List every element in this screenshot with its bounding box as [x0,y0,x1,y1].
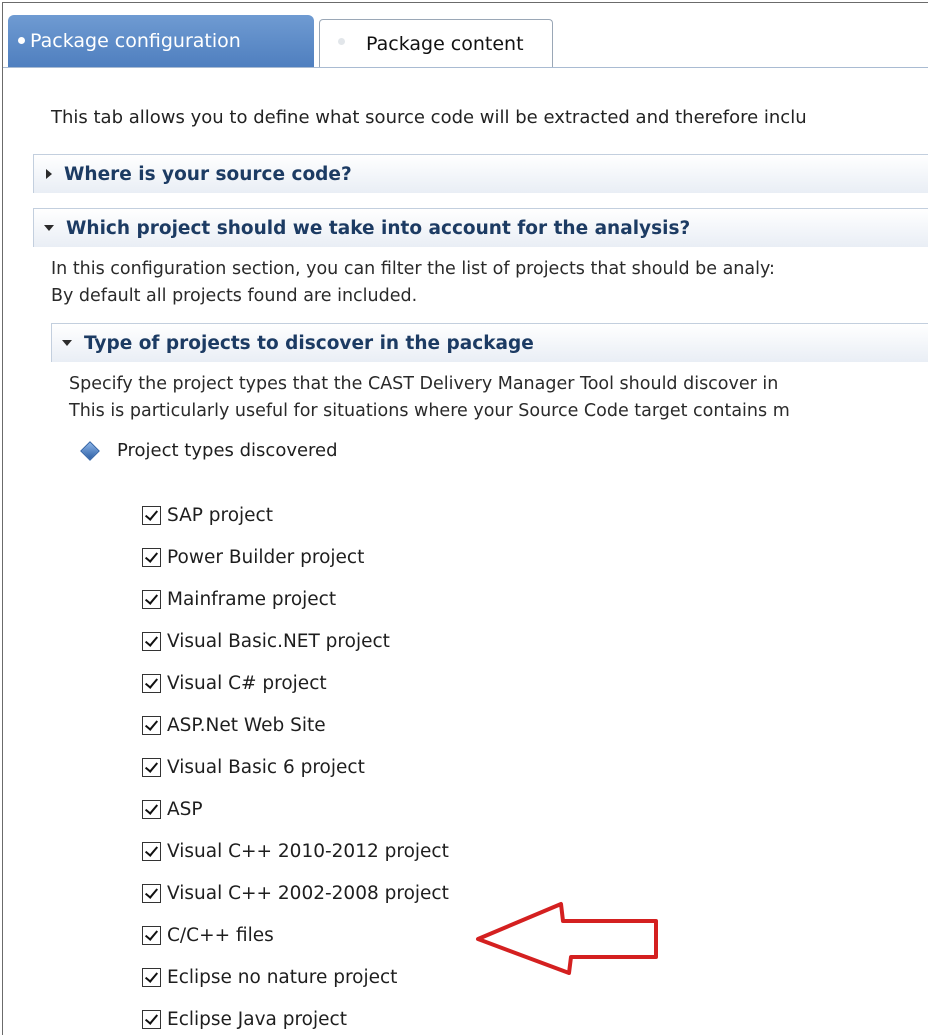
diamond-icon [80,440,100,461]
checkbox-checked[interactable] [142,1009,161,1029]
checkbox-item[interactable]: Visual C# project [142,668,327,698]
checkbox-label: Eclipse no nature project [167,966,398,988]
section-description: Specify the project types that the CAST … [69,374,779,394]
section-header-project-types[interactable]: Type of projects to discover in the pack… [51,323,928,362]
tab-label: Package configuration [30,30,241,52]
tab-dot-icon [338,38,345,45]
checkbox-label: ASP.Net Web Site [167,714,326,736]
section-title: Which project should we take into accoun… [66,217,691,239]
checkbox-label: C/C++ files [167,924,274,946]
checkbox-checked[interactable] [142,715,161,735]
checkbox-checked[interactable] [142,883,161,903]
checkbox-item[interactable]: Visual Basic.NET project [142,626,390,656]
checkbox-checked[interactable] [142,757,161,777]
checkbox-checked[interactable] [142,925,161,945]
tab-package-content[interactable]: Package content [319,19,553,67]
editor-frame: Package configuration Package content Th… [2,2,928,1035]
checkbox-checked[interactable] [142,967,161,987]
checkbox-checked[interactable] [142,631,161,651]
checkbox-item[interactable]: Visual Basic 6 project [142,752,365,782]
checkbox-checked[interactable] [142,589,161,609]
checkbox-label: Visual C++ 2010-2012 project [167,840,449,862]
section-description: By default all projects found are includ… [51,286,418,306]
checkbox-label: Visual C++ 2002-2008 project [167,882,449,904]
checkbox-label: Visual Basic 6 project [167,756,365,778]
group-label: Project types discovered [117,440,338,461]
intro-text: This tab allows you to define what sourc… [51,107,807,128]
tab-label: Package content [366,32,524,55]
checkbox-label: Power Builder project [167,546,365,568]
section-title: Type of projects to discover in the pack… [84,332,534,354]
checkbox-checked[interactable] [142,841,161,861]
collapse-icon [44,225,54,231]
checkbox-label: Visual C# project [167,672,327,694]
section-title: Where is your source code? [64,163,352,185]
checkbox-item[interactable]: Power Builder project [142,542,364,572]
tab-package-configuration[interactable]: Package configuration [8,15,314,67]
checkbox-item[interactable]: Mainframe project [142,584,336,614]
checkbox-item[interactable]: ASP [142,794,203,824]
checkbox-item[interactable]: Visual C++ 2010-2012 project [142,836,449,866]
collapse-icon [62,340,72,346]
tab-bar: Package configuration Package content [3,3,928,69]
checkbox-label: Mainframe project [167,588,337,610]
checkbox-label: SAP project [167,504,273,526]
tab-dot-icon [18,37,25,44]
section-header-projects[interactable]: Which project should we take into accoun… [33,208,928,247]
checkbox-checked[interactable] [142,547,161,567]
checkbox-label: ASP [167,798,203,820]
expand-icon [46,169,52,179]
checkbox-item[interactable]: Eclipse no nature project [142,962,397,992]
checkbox-checked[interactable] [142,799,161,819]
checkbox-item[interactable]: Eclipse Java project [142,1004,347,1034]
checkbox-item[interactable]: Visual C++ 2002-2008 project [142,878,449,908]
checkbox-checked[interactable] [142,673,161,693]
checkbox-item[interactable]: ASP.Net Web Site [142,710,326,740]
section-description: In this configuration section, you can f… [51,259,775,279]
tab-bar-divider [3,67,928,68]
checkbox-checked[interactable] [142,505,161,525]
checkbox-label: Eclipse Java project [167,1008,347,1030]
annotation-arrow-icon [476,902,658,975]
section-description: This is particularly useful for situatio… [69,401,790,421]
checkbox-label: Visual Basic.NET project [167,630,390,652]
checkbox-item[interactable]: SAP project [142,500,273,530]
checkbox-item[interactable]: C/C++ files [142,920,274,950]
section-header-source-code[interactable]: Where is your source code? [33,154,928,193]
project-types-group: Project types discovered [80,440,338,461]
